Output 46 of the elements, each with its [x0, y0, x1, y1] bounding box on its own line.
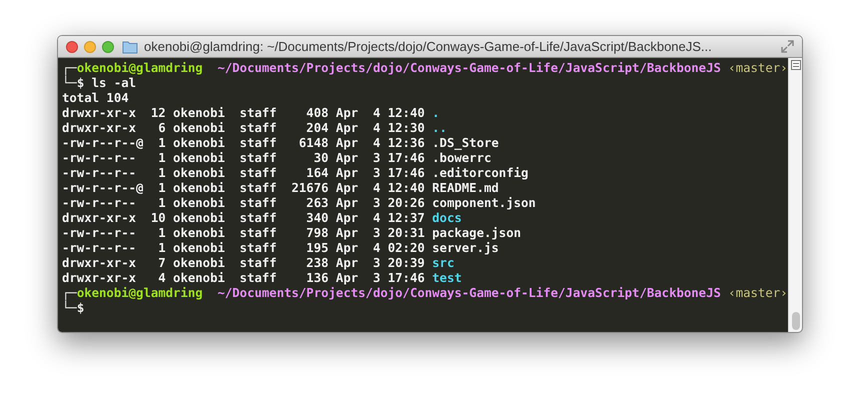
- zoom-button[interactable]: [102, 40, 114, 52]
- prompt-corner: └─: [62, 76, 77, 91]
- directory-name: .: [432, 106, 440, 121]
- file-details: drwxr-xr-x 12 okenobi staff 408 Apr 4 12:40: [62, 106, 425, 121]
- file-details: -rw-r--r-- 1 okenobi staff 195 Apr 4 02:20: [62, 241, 425, 256]
- file-details: -rw-r--r-- 1 okenobi staff 164 Apr 3 17:46: [62, 166, 425, 181]
- file-details: -rw-r--r-- 1 okenobi staff 30 Apr 3 17:46: [62, 151, 425, 166]
- split-pane-icon[interactable]: [790, 60, 800, 70]
- close-button[interactable]: [66, 40, 78, 52]
- file-details: drwxr-xr-x 7 okenobi staff 238 Apr 3 20:39: [62, 256, 425, 271]
- git-branch: ‹master›: [728, 61, 788, 76]
- prompt-corner: ┌─: [62, 61, 77, 76]
- file-details: drwxr-xr-x 6 okenobi staff 204 Apr 4 12:30: [62, 121, 425, 136]
- file-name: README.md: [432, 181, 499, 196]
- file-name: package.json: [432, 226, 521, 241]
- prompt-symbol: $: [76, 76, 84, 91]
- prompt-corner: └─: [62, 301, 77, 316]
- prompt-path: ~/Documents/Projects/dojo/Conways-Game-of-Life/JavaScript/BackboneJS: [217, 286, 721, 301]
- prompt-user: okenobi@glamdring: [76, 61, 203, 75]
- file-details: -rw-r--r-- 1 okenobi staff 798 Apr 3 20:31: [62, 226, 425, 241]
- prompt-path: ~/Documents/Projects/dojo/Conways-Game-of-Life/JavaScript/BackboneJS: [217, 61, 721, 76]
- file-details: drwxr-xr-x 4 okenobi staff 136 Apr 3 17:46: [62, 271, 425, 286]
- directory-name: src: [432, 256, 454, 271]
- command-text: ls -al: [92, 76, 136, 91]
- file-name: server.js: [432, 241, 499, 256]
- file-details: drwxr-xr-x 10 okenobi staff 340 Apr 4 12:37: [62, 211, 425, 226]
- output-line: total 104: [62, 91, 129, 106]
- fullscreen-icon[interactable]: [781, 40, 794, 53]
- git-branch: ‹master›: [728, 286, 788, 301]
- file-details: -rw-r--r-- 1 okenobi staff 263 Apr 3 20:26: [62, 196, 425, 211]
- directory-name: docs: [432, 211, 462, 226]
- file-details: -rw-r--r--@ 1 okenobi staff 6148 Apr 4 12:36: [62, 136, 425, 151]
- file-name: .editorconfig: [432, 166, 528, 181]
- window-title: okenobi@glamdring: ~/Documents/Projects/dojo/Conways-Game-of-Life/JavaScript/BackboneJS...: [144, 38, 712, 56]
- file-name: .DS_Store: [432, 136, 499, 151]
- prompt-user: okenobi@glamdring: [76, 286, 203, 300]
- prompt-symbol: $: [76, 301, 84, 316]
- file-details: -rw-r--r--@ 1 okenobi staff 21676 Apr 4 12:40: [62, 181, 425, 196]
- file-name: component.json: [432, 196, 536, 211]
- scroll-thumb[interactable]: [792, 312, 800, 330]
- file-name: .bowerrc: [432, 151, 492, 166]
- directory-name: ..: [432, 121, 447, 136]
- folder-icon: [122, 40, 138, 54]
- directory-name: test: [432, 271, 462, 286]
- prompt-corner: ┌─: [62, 286, 77, 300]
- minimize-button[interactable]: [84, 40, 96, 52]
